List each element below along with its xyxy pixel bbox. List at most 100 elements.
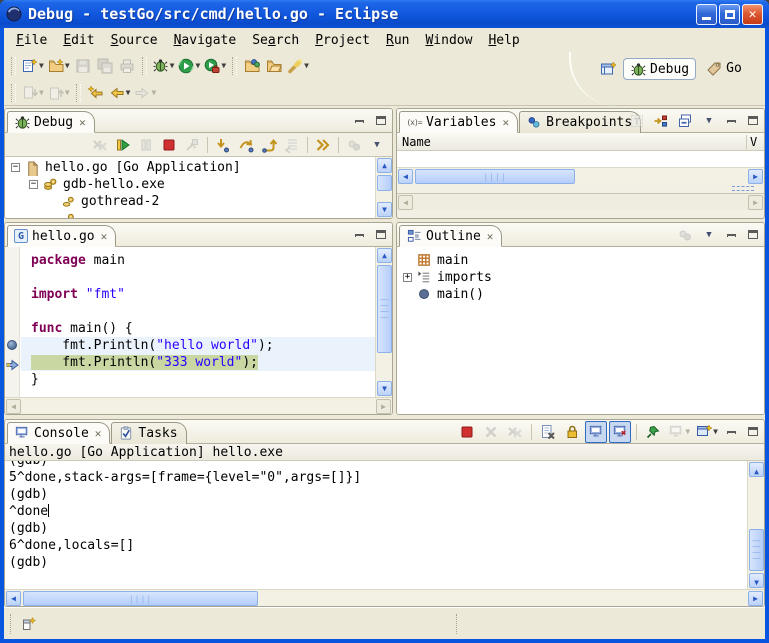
perspective-debug[interactable]: Debug [623, 58, 696, 80]
close-button[interactable]: ✕ [742, 4, 763, 25]
view-menu-button[interactable]: ▼ [698, 110, 720, 132]
minimize-view-button[interactable] [722, 225, 741, 244]
scroll-up-icon[interactable]: ▲ [377, 158, 392, 173]
maximize-view-button[interactable] [371, 111, 390, 130]
show-stdout-button[interactable] [585, 421, 607, 443]
code-line-2[interactable] [21, 269, 375, 286]
new-folder-wizard-button[interactable]: ▼ [46, 55, 72, 77]
tree-item-hello.go[interactable]: −hello.go [Go Application] [5, 159, 375, 176]
minimize-view-button[interactable] [350, 225, 369, 244]
tree-item-imports[interactable]: +imports [397, 269, 764, 286]
scroll-left-icon[interactable]: ◀ [398, 169, 413, 184]
menu-edit[interactable]: Edit [55, 31, 102, 50]
open-console-button[interactable]: ▼ [694, 421, 720, 443]
debug-button[interactable]: ▼ [151, 55, 177, 77]
console-v-scrollbar[interactable]: ▲ |||| ▼ [747, 461, 764, 589]
dropdown-arrow-icon[interactable]: ▼ [65, 61, 70, 70]
run-button[interactable]: ▼ [176, 55, 202, 77]
debug-tree-scrollbar[interactable]: ▲ ▼ [375, 157, 392, 218]
fast-view-icon[interactable] [20, 616, 36, 632]
expand-icon[interactable]: + [403, 273, 412, 282]
dropdown-arrow-icon[interactable]: ▼ [170, 61, 175, 70]
column-header-name[interactable]: Name [397, 135, 746, 149]
tree-item-gothread-2[interactable]: gothread-2 [5, 193, 375, 210]
tab-outline[interactable]: Outline ✕ [399, 225, 502, 247]
scroll-up-icon[interactable]: ▲ [749, 462, 764, 477]
menu-search[interactable]: Search [244, 31, 307, 50]
dropdown-arrow-icon[interactable]: ▼ [713, 427, 718, 436]
open-folder-button[interactable] [263, 55, 285, 77]
console-output[interactable]: (gdb)5^done,stack-args=[frame={level="0"… [5, 461, 764, 589]
tab-variables[interactable]: (x)=Variables✕ [399, 111, 518, 133]
scroll-down-icon[interactable]: ▼ [377, 202, 392, 217]
scroll-down-icon[interactable]: ▼ [749, 573, 764, 588]
tree-item[interactable] [5, 210, 375, 218]
close-tab-icon[interactable]: ✕ [487, 230, 494, 243]
back-button[interactable]: ▼ [107, 82, 133, 104]
annotation-ruler[interactable] [5, 247, 20, 397]
collapse-icon[interactable]: − [11, 163, 20, 172]
menu-help[interactable]: Help [480, 31, 527, 50]
minimize-view-button[interactable] [350, 111, 369, 130]
maximize-view-button[interactable] [743, 225, 762, 244]
dropdown-arrow-icon[interactable]: ▼ [39, 61, 44, 70]
console-h-scrollbar[interactable]: ◀ ▶ |||| [5, 589, 764, 606]
code-line-8[interactable]: } [21, 371, 375, 388]
minimize-button[interactable] [696, 4, 717, 25]
show-logical-structures-button[interactable] [650, 110, 672, 132]
close-tab-icon[interactable]: ✕ [95, 427, 102, 440]
tab-debug[interactable]: Debug ✕ [7, 111, 95, 133]
open-perspective-button[interactable] [597, 58, 619, 80]
menu-project[interactable]: Project [307, 31, 378, 50]
code-line-5[interactable]: func main() { [21, 320, 375, 337]
step-into-button[interactable] [212, 134, 234, 156]
breakpoint-icon[interactable] [7, 340, 17, 350]
step-over-button[interactable] [235, 134, 257, 156]
scroll-lock-button[interactable] [561, 421, 583, 443]
title-bar[interactable]: Debug - testGo/src/cmd/hello.go - Eclips… [0, 0, 769, 28]
show-stderr-button[interactable] [609, 421, 631, 443]
menu-source[interactable]: Source [103, 31, 166, 50]
minimize-view-button[interactable] [722, 422, 741, 441]
maximize-view-button[interactable] [371, 225, 390, 244]
close-tab-icon[interactable]: ✕ [101, 230, 108, 243]
last-edit-location-button[interactable] [85, 82, 107, 104]
scroll-left-icon[interactable]: ◀ [6, 591, 21, 606]
column-header-value[interactable]: V [746, 135, 764, 149]
code-line-6[interactable]: fmt.Println("hello world"); [21, 337, 375, 354]
menu-file[interactable]: File [8, 31, 55, 50]
external-tools-button[interactable]: ▼ [202, 55, 228, 77]
scroll-right-icon[interactable]: ▶ [748, 169, 763, 184]
collapse-all-button[interactable] [674, 110, 696, 132]
tree-item-gdb-hello.exe[interactable]: −gdb-hello.exe [5, 176, 375, 193]
tab-console[interactable]: Console✕ [7, 422, 110, 444]
menu-run[interactable]: Run [378, 31, 417, 50]
terminate-button[interactable] [158, 134, 180, 156]
dropdown-arrow-icon[interactable]: ▼ [304, 61, 309, 70]
editor-v-scrollbar[interactable]: ▲ |||| ▼ [375, 247, 392, 397]
import-folder-button[interactable] [241, 55, 263, 77]
dropdown-arrow-icon[interactable]: ▼ [195, 61, 200, 70]
tab-breakpoints[interactable]: Breakpoints [519, 111, 641, 133]
resume-button[interactable] [112, 134, 134, 156]
step-return-button[interactable] [258, 134, 280, 156]
scroll-right-icon[interactable]: ▶ [748, 591, 763, 606]
dropdown-arrow-icon[interactable]: ▼ [126, 88, 131, 97]
new-wizard-button[interactable]: ▼ [20, 55, 46, 77]
close-tab-icon[interactable]: ✕ [79, 116, 86, 129]
tree-item-main[interactable]: main [397, 252, 764, 269]
terminate-button[interactable] [456, 421, 478, 443]
tab-tasks[interactable]: Tasks [111, 422, 186, 444]
search-button[interactable]: ▼ [285, 55, 311, 77]
tab-hello-go[interactable]: G hello.go ✕ [7, 225, 116, 247]
maximize-button[interactable] [719, 4, 740, 25]
perspective-go[interactable]: Go [700, 58, 748, 78]
clear-console-button[interactable] [537, 421, 559, 443]
scroll-up-icon[interactable]: ▲ [377, 248, 392, 263]
code-line-3[interactable]: import "fmt" [21, 286, 375, 303]
menu-window[interactable]: Window [417, 31, 480, 50]
minimize-view-button[interactable] [722, 111, 741, 130]
variables-h-scrollbar[interactable]: ◀ ▶ |||| [397, 167, 764, 184]
code-line-4[interactable] [21, 303, 375, 320]
code-line-7[interactable]: fmt.Println("333 world"); [21, 354, 375, 371]
